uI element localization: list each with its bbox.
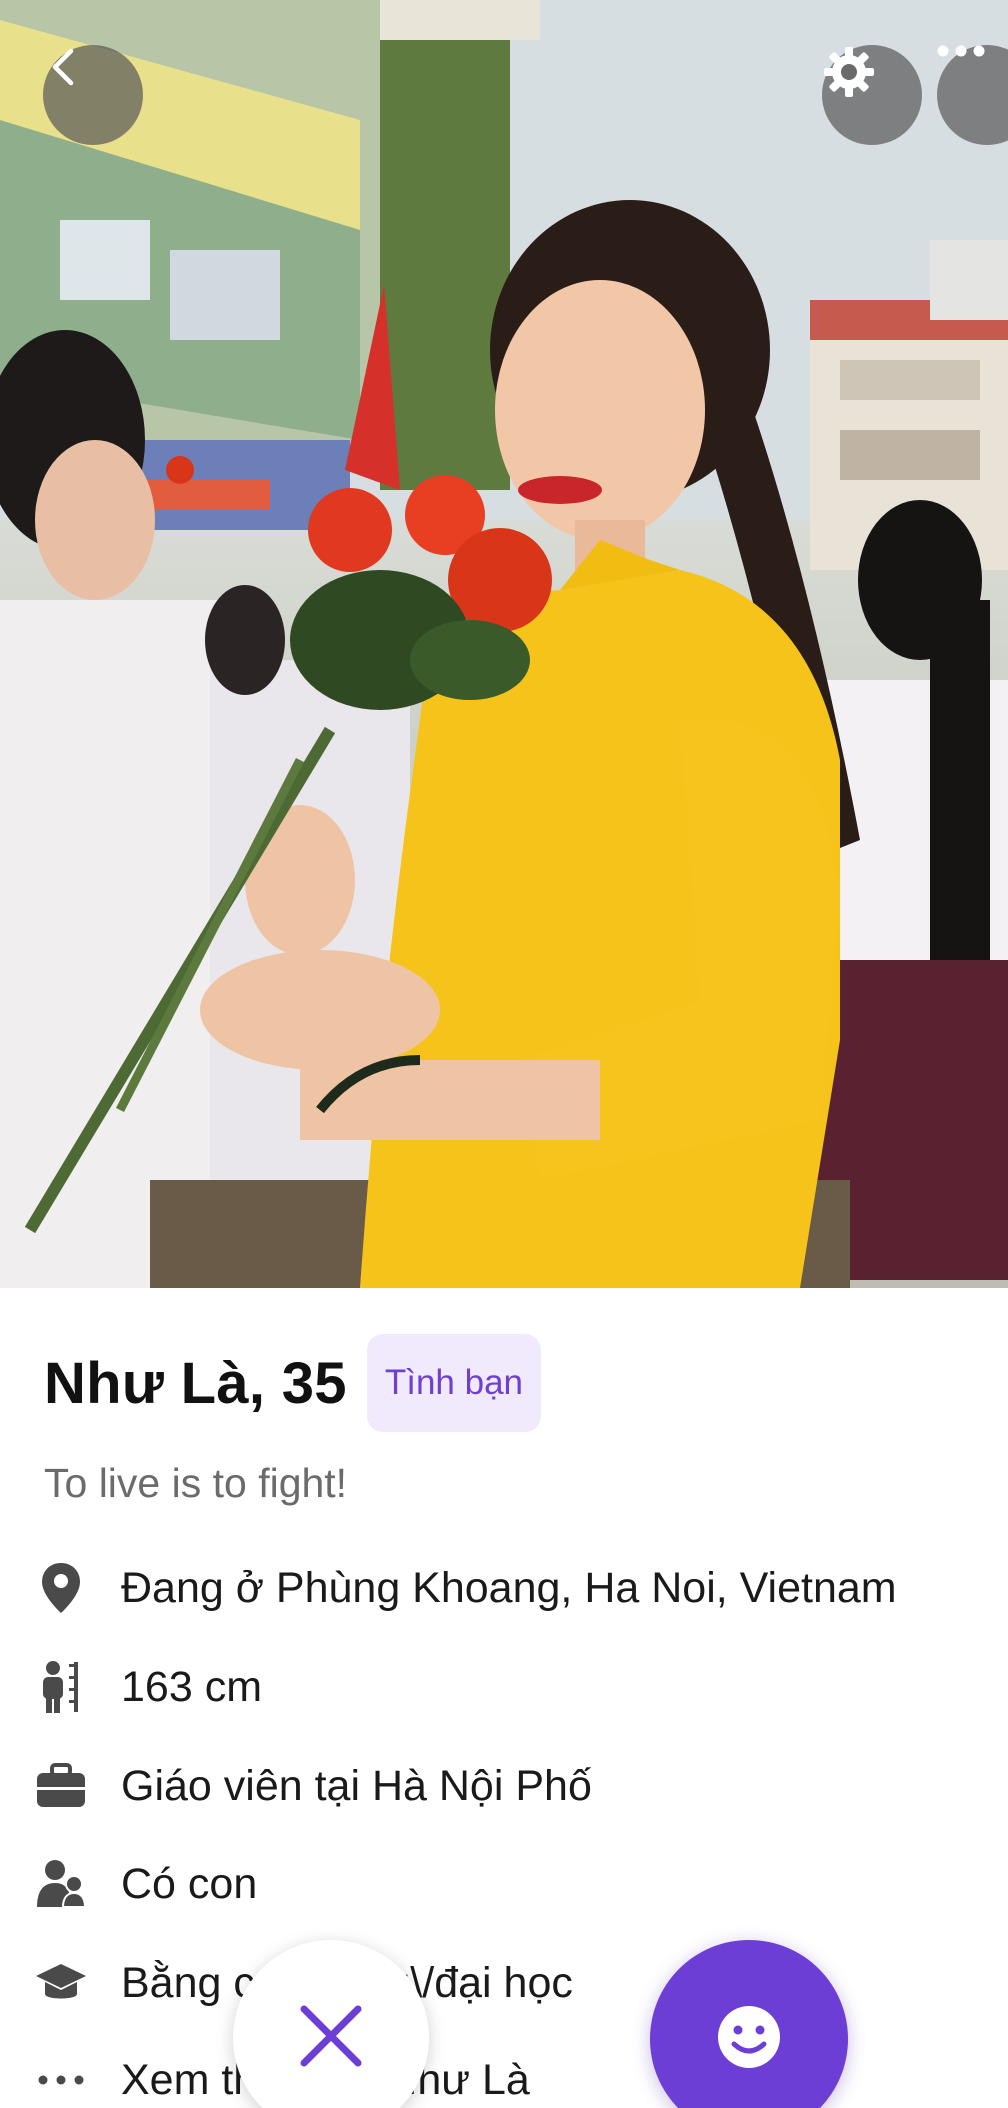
children-icon [32, 1855, 90, 1913]
graduation-cap-icon [32, 1954, 90, 2012]
settings-button[interactable] [822, 45, 922, 145]
profile-tagline: To live is to fight! [44, 1460, 348, 1506]
profile-name-age: Như Là, 35 [44, 1350, 347, 1416]
detail-job-text: Giáo viên tại Hà Nội Phố [121, 1761, 592, 1810]
location-pin-icon [32, 1559, 90, 1617]
detail-see-more[interactable]: Xem thêm về Như Là [0, 2045, 1008, 2108]
profile-info: Như Là, 35 Tình bạn To live is to fight!… [0, 1288, 1008, 2108]
detail-location: Đang ở Phùng Khoang, Ha Noi, Vietnam [0, 1553, 1008, 1623]
smiley-icon [716, 2004, 782, 2075]
detail-height-text: 163 cm [121, 1662, 263, 1711]
photo-illustration [0, 0, 1008, 1288]
back-button[interactable] [43, 45, 143, 145]
detail-education: Bằng cao đẳng\/đại học [0, 1948, 1008, 2018]
briefcase-icon [32, 1757, 90, 1815]
profile-photo[interactable] [0, 0, 1008, 1288]
detail-location-text: Đang ở Phùng Khoang, Ha Noi, Vietnam [121, 1563, 897, 1612]
name-row: Như Là, 35 Tình bạn [44, 1334, 542, 1432]
detail-job: Giáo viên tại Hà Nội Phố [0, 1751, 1008, 1821]
close-icon [296, 2001, 366, 2076]
detail-children: Có con [0, 1849, 1008, 1919]
intent-badge: Tình bạn [366, 1334, 542, 1432]
detail-height: 163 cm [0, 1652, 1008, 1722]
height-icon [32, 1658, 90, 1716]
detail-children-text: Có con [121, 1859, 258, 1908]
profile-screen: Như Là, 35 Tình bạn To live is to fight!… [0, 0, 1008, 2108]
more-dots-icon [32, 2051, 90, 2108]
